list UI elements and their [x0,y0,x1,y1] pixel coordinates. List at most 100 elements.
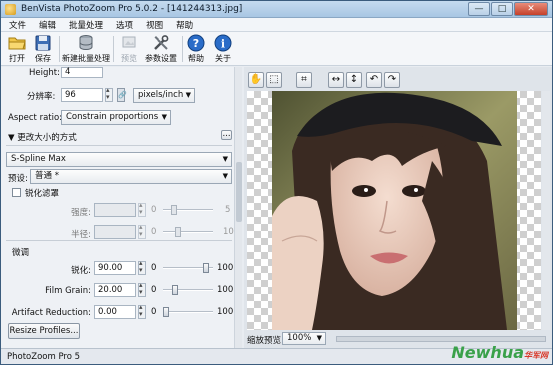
finetune-header: 微调 [12,248,30,258]
maximize-button[interactable]: □ [491,2,513,16]
title-bar[interactable]: BenVista PhotoZoom Pro 5.0.2 - [14124431… [1,1,552,18]
aspect-ratio-select[interactable]: Constrain proportions ▼ [61,110,171,125]
menu-help[interactable]: 帮助 [168,18,198,31]
preview-button[interactable]: 预览 [116,34,142,65]
settings-scrollbar[interactable] [234,67,242,348]
menu-edit[interactable]: 编辑 [31,18,61,31]
slider-thumb[interactable] [163,307,169,317]
svg-text:?: ? [193,37,199,50]
artifact-reduction-spinner[interactable] [138,303,146,319]
strength-field[interactable] [94,203,136,217]
about-button[interactable]: i 关于 [212,34,234,65]
height-field[interactable]: 4 [61,67,103,78]
toolbar: 打开 保存 新建批量处理 预览 参数设置 ? 帮助 i 关于 [1,32,552,66]
aspect-ratio-value: Constrain proportions [66,112,159,122]
radius-min: 0 [151,227,157,237]
strength-spinner[interactable] [138,201,146,217]
menu-file[interactable]: 文件 [1,18,31,31]
menu-view[interactable]: 视图 [138,18,168,31]
preset-value: 普通 * [35,171,59,181]
window-title: BenVista PhotoZoom Pro 5.0.2 - [14124431… [21,4,243,14]
sharpness-spinner[interactable] [138,259,146,275]
radius-field[interactable] [94,225,136,239]
status-text: PhotoZoom Pro 5 [7,352,81,362]
divider [6,145,232,146]
image-preview[interactable] [247,91,541,330]
open-button[interactable]: 打开 [5,34,29,65]
open-label: 打开 [9,54,25,63]
chevron-down-icon: ▼ [222,172,228,180]
resize-profiles-button[interactable]: Resize Profiles... [8,323,80,339]
artifact-reduction-max: 100 [217,307,234,317]
crop-tool-icon[interactable]: ⌗ [296,72,312,88]
preset-select[interactable]: 普通 * ▼ [30,169,232,184]
film-grain-min: 0 [151,285,157,295]
slider-thumb[interactable] [171,285,178,295]
menu-bar: 文件 编辑 批量处理 选项 视图 帮助 [1,18,552,32]
info-icon: i [214,34,232,52]
zoom-value: 100% [287,333,312,343]
film-grain-label: Film Grain: [45,286,91,296]
radius-slider[interactable] [163,227,213,237]
slider-thumb[interactable] [202,263,209,273]
preview-label: 预览 [121,54,137,63]
horizontal-scrollbar[interactable] [336,336,546,342]
preset-label: 预设: [8,174,28,184]
rotate-right-icon[interactable]: ↷ [384,72,400,88]
radius-spinner[interactable] [138,223,146,239]
sharpness-field[interactable]: 90.00 [94,261,136,275]
floppy-disk-icon [35,35,51,51]
marquee-tool-icon[interactable]: ⬚ [266,72,282,88]
portrait-photo [272,91,517,330]
fit-width-icon[interactable]: ↔ [328,72,344,88]
slider-track [163,231,213,233]
save-button[interactable]: 保存 [31,34,55,65]
chevron-down-icon: ▼ [222,155,228,163]
scrollbar-thumb[interactable] [236,162,242,222]
artifact-reduction-slider[interactable] [163,307,213,317]
resolution-spinner[interactable] [105,86,113,102]
aspect-ratio-label: Aspect ratio: [8,113,63,123]
resize-method-select[interactable]: S-Spline Max ▼ [6,152,232,167]
resize-method-header[interactable]: ▼ 更改大小的方式 [8,131,77,143]
radius-label: 半径: [71,230,91,240]
slider-thumb[interactable] [171,205,177,215]
help-button[interactable]: ? 帮助 [185,34,207,65]
resolution-label: 分辨率: [27,92,56,102]
settings-button[interactable]: 参数设置 [143,34,179,65]
chevron-down-icon: ▼ [185,91,191,99]
strength-slider[interactable] [163,205,213,215]
sharpen-mask-label: 锐化滤罩 [25,189,60,199]
link-icon[interactable]: 🔗 [117,88,127,102]
new-batch-button[interactable]: 新建批量处理 [61,34,111,65]
artifact-reduction-field[interactable]: 0.00 [94,305,136,319]
close-button[interactable]: ✕ [514,2,548,16]
menu-batch[interactable]: 批量处理 [61,18,108,31]
hand-tool-icon[interactable]: ✋ [248,72,264,88]
save-label: 保存 [35,54,51,63]
fit-height-icon[interactable]: ↕ [346,72,362,88]
help-icon: ? [187,34,205,52]
slider-track [163,311,213,313]
tools-icon [154,35,169,50]
svg-text:i: i [221,38,225,51]
height-label: Height: [29,68,60,78]
menu-options[interactable]: 选项 [108,18,138,31]
preview-scrollbar[interactable] [542,91,550,330]
sharpness-slider[interactable] [163,263,213,273]
sharpen-mask-checkbox[interactable] [12,188,21,197]
film-grain-slider[interactable] [163,285,213,295]
rotate-left-icon[interactable]: ↶ [366,72,382,88]
window-controls: — □ ✕ [468,2,548,16]
slider-thumb[interactable] [175,227,181,237]
film-grain-spinner[interactable] [138,281,146,297]
minimize-button[interactable]: — [468,2,490,16]
database-icon [79,35,93,51]
resize-method-more-button[interactable]: ... [221,130,232,140]
photo-image [272,91,517,330]
resolution-unit-select[interactable]: pixels/inch ▼ [133,88,195,103]
zoom-select[interactable]: 100% ▼ [282,332,326,345]
settings-label: 参数设置 [145,54,177,63]
film-grain-field[interactable]: 20.00 [94,283,136,297]
resolution-field[interactable]: 96 [61,88,103,102]
